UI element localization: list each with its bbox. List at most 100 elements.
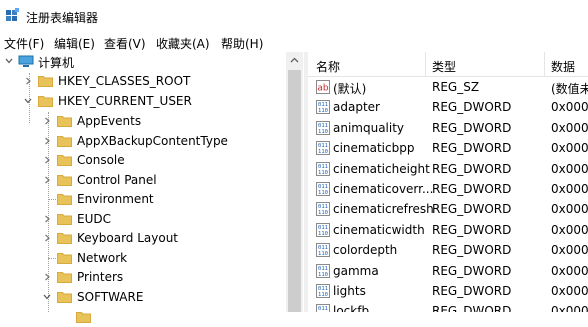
value-type: REG_DWORD <box>432 161 512 176</box>
dword-value-icon: 011110 <box>316 222 330 237</box>
chevron-down-icon[interactable] <box>43 293 51 301</box>
chevron-right-icon[interactable] <box>24 77 32 85</box>
folder-icon <box>57 194 72 205</box>
column-divider[interactable] <box>425 52 426 76</box>
value-data: 0x0000 <box>551 161 588 176</box>
tree-item-environment[interactable]: Environment <box>0 190 286 209</box>
value-type: REG_DWORD <box>432 304 512 312</box>
chevron-right-icon[interactable] <box>43 156 51 164</box>
value-type: REG_DWORD <box>432 141 512 156</box>
tree-item-label: Keyboard Layout <box>77 231 179 245</box>
dword-value-icon: 011110 <box>316 100 330 115</box>
regedit-icon <box>6 8 19 21</box>
tree-item-label: AppEvents <box>77 114 142 128</box>
svg-text:110: 110 <box>318 251 328 257</box>
value-type: REG_DWORD <box>432 100 512 115</box>
svg-text:110: 110 <box>318 129 328 135</box>
value-data: 0x0000 <box>551 284 588 298</box>
list-item[interactable]: 011110cinematicwidth REG_DWORD 0x0000 <box>308 220 588 240</box>
menu-view[interactable]: 查看(V) <box>104 35 146 52</box>
list-item[interactable]: 011110colordepth REG_DWORD 0x0000 <box>308 240 588 260</box>
value-name: colordepth <box>333 243 398 258</box>
tree-item-console[interactable]: Console <box>0 151 286 170</box>
tree-item-control-panel[interactable]: Control Panel <box>0 171 286 190</box>
list-item[interactable]: 011110animquality REG_DWORD 0x0000 <box>308 118 588 138</box>
column-header-type[interactable]: 类型 <box>432 58 456 75</box>
tree-item-printers[interactable]: Printers <box>0 268 286 287</box>
value-name: adapter <box>333 100 380 115</box>
tree-item-keyboard-layout[interactable]: Keyboard Layout <box>0 229 286 248</box>
dword-value-icon: 011110 <box>316 141 330 156</box>
tree-item-eudc[interactable]: EUDC <box>0 210 286 229</box>
folder-icon <box>57 116 72 127</box>
tree-item-hkey-classes-root[interactable]: HKEY_CLASSES_ROOT <box>0 72 286 91</box>
value-data: (数值未 <box>551 82 588 96</box>
chevron-right-icon[interactable] <box>43 176 51 184</box>
column-header-data[interactable]: 数据 <box>551 58 575 75</box>
tree-item-appxbackupcontenttype[interactable]: AppXBackupContentType <box>0 132 286 151</box>
folder-icon <box>57 214 72 225</box>
list-header: 名称 类型 数据 <box>308 52 588 77</box>
chevron-right-icon[interactable] <box>43 117 51 125</box>
value-data: 0x0000 <box>551 182 588 196</box>
tree-scrollbar[interactable] <box>286 52 303 312</box>
chevron-right-icon[interactable] <box>43 137 51 145</box>
values-list: 名称 类型 数据 ab (默认) REG_SZ (数值未 011 110 adapter RE… <box>308 52 588 312</box>
string-value-icon: ab <box>316 80 330 94</box>
column-divider[interactable] <box>544 52 545 76</box>
value-data: 0x0000 <box>551 202 588 217</box>
chevron-down-icon[interactable] <box>5 57 13 65</box>
svg-text:110: 110 <box>318 272 328 278</box>
chevron-right-icon[interactable] <box>43 215 51 223</box>
menu-edit[interactable]: 编辑(E) <box>54 35 95 52</box>
list-item[interactable]: 011110cinematicbpp REG_DWORD 0x0000 <box>308 138 588 158</box>
value-name: lockfb <box>333 304 370 312</box>
scrollbar-thumb[interactable] <box>288 70 301 312</box>
menu-file[interactable]: 文件(F) <box>4 35 44 52</box>
svg-text:110: 110 <box>318 190 328 196</box>
folder-icon <box>57 136 72 147</box>
folder-icon <box>38 76 53 87</box>
value-data: 0x0000 <box>551 243 588 258</box>
menu-help[interactable]: 帮助(H) <box>221 35 263 52</box>
tree-item-label: Control Panel <box>77 173 157 187</box>
value-name: cinematicwidth <box>333 222 425 237</box>
list-item[interactable]: 011110lockfb REG_DWORD 0x0000 <box>308 301 588 312</box>
value-name: cinematicheight <box>333 161 430 176</box>
scroll-up-icon[interactable] <box>286 52 303 69</box>
list-item[interactable]: 011110adapter REG_DWORD 0x0000 <box>308 97 588 117</box>
list-item[interactable]: 011110gamma REG_DWORD 0x0000 <box>308 261 588 281</box>
value-data: 0x0000 <box>551 304 588 312</box>
list-item[interactable]: 011110cinematicheightREG_DWORD 0x0000 <box>308 159 588 179</box>
dword-value-icon: 011110 <box>316 182 330 196</box>
list-item[interactable]: 011110cinematicoverr...REG_DWORD 0x0000 <box>308 179 588 199</box>
menu-bar: 文件(F) 编辑(E) 查看(V) 收藏夹(A) 帮助(H) <box>0 32 588 52</box>
chevron-right-icon[interactable] <box>43 273 51 281</box>
value-type: REG_DWORD <box>432 284 512 298</box>
list-item[interactable]: 011110lights REG_DWORD 0x0000 <box>308 281 588 301</box>
menu-favorites[interactable]: 收藏夹(A) <box>156 35 210 52</box>
folder-icon <box>38 96 53 107</box>
value-data: 0x0000 <box>551 263 588 278</box>
column-header-name[interactable]: 名称 <box>316 58 340 75</box>
tree-item-partial[interactable] <box>0 308 286 327</box>
tree-item-label: HKEY_CURRENT_USER <box>58 94 192 108</box>
chevron-right-icon[interactable] <box>43 234 51 242</box>
list-item[interactable]: ab (默认) REG_SZ (数值未 <box>308 77 588 97</box>
tree-item-software[interactable]: SOFTWARE <box>0 288 286 307</box>
tree-item-hkey-current-user[interactable]: HKEY_CURRENT_USER <box>0 92 286 111</box>
tree-item-computer[interactable]: 计算机 <box>0 52 286 71</box>
tree-item-label: Network <box>77 251 128 265</box>
value-data: 0x0000 <box>551 100 588 115</box>
value-type: REG_DWORD <box>432 243 512 258</box>
chevron-down-icon[interactable] <box>24 97 32 105</box>
tree-item-network[interactable]: Network <box>0 249 286 268</box>
svg-text:110: 110 <box>318 231 328 237</box>
dword-value-icon: 011110 <box>316 202 330 217</box>
list-item[interactable]: 011110cinematicrefreshREG_DWORD 0x0000 <box>308 199 588 219</box>
tree-item-label: Printers <box>77 270 124 284</box>
tree-item-appevents[interactable]: AppEvents <box>0 112 286 131</box>
registry-tree: 计算机 HKEY_CLASSES_ROOT HKEY_CURRENT_USER … <box>0 52 304 323</box>
svg-text:ab: ab <box>317 84 329 94</box>
tree-guide-line <box>48 258 56 259</box>
